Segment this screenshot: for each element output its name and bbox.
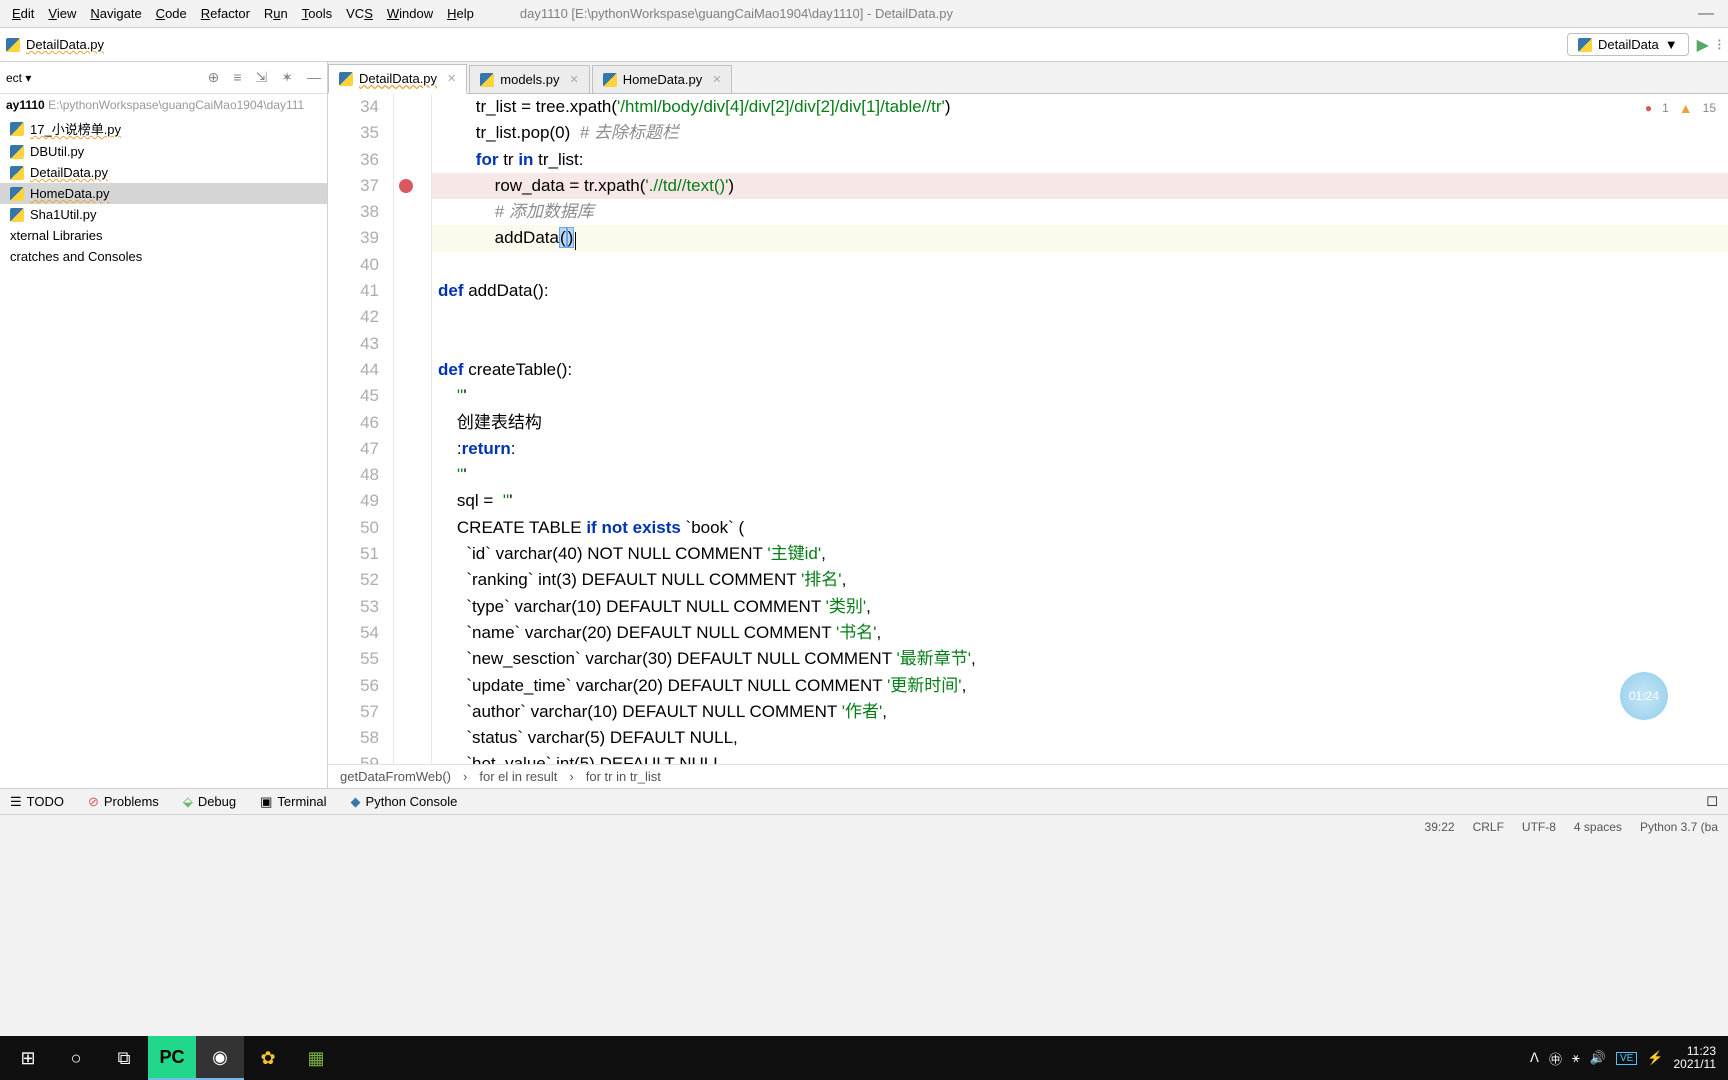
- debug-tool[interactable]: ⬙Debug: [183, 794, 236, 810]
- tray-chevron-icon[interactable]: ᐱ: [1530, 1050, 1539, 1066]
- more-actions-icon[interactable]: ⁝: [1717, 35, 1722, 55]
- menu-navigate[interactable]: Navigate: [84, 4, 147, 23]
- problems-icon: ⊘: [88, 794, 99, 810]
- interpreter[interactable]: Python 3.7 (ba: [1640, 820, 1718, 834]
- tree-item-scratches[interactable]: cratches and Consoles: [0, 246, 327, 267]
- minimize-icon[interactable]: —: [1698, 5, 1714, 23]
- cursor-position[interactable]: 39:22: [1425, 820, 1455, 834]
- breadcrumb-item[interactable]: for tr in tr_list: [586, 769, 661, 784]
- menu-edit[interactable]: Edit: [6, 4, 40, 23]
- taskbar-clock[interactable]: 11:23 2021/11: [1674, 1045, 1717, 1071]
- chevron-down-icon: ▼: [1665, 37, 1678, 52]
- app-taskbar-icon[interactable]: ✿: [244, 1036, 292, 1080]
- python-file-icon: [10, 208, 24, 222]
- project-root[interactable]: ay1110 E:\pythonWorkspase\guangCaiMao190…: [0, 94, 327, 116]
- menu-vcs[interactable]: VCS: [340, 4, 379, 23]
- project-sidebar: ect ▾ ⊕ ≡ ⇲ ✶ — ay1110 E:\pythonWorkspas…: [0, 62, 328, 788]
- tool-window-bar: ☰TODO ⊘Problems ⬙Debug ▣Terminal ◆Python…: [0, 788, 1728, 814]
- menu-refactor[interactable]: Refactor: [195, 4, 256, 23]
- status-bar: 39:22 CRLF UTF-8 4 spaces Python 3.7 (ba: [0, 814, 1728, 838]
- tab-homedata[interactable]: HomeData.py✕: [592, 65, 733, 93]
- close-icon[interactable]: ✕: [447, 72, 456, 85]
- project-dropdown[interactable]: ect ▾: [6, 71, 208, 85]
- line-separator[interactable]: CRLF: [1473, 820, 1504, 834]
- collapse-icon[interactable]: ⇲: [256, 69, 268, 86]
- chrome-taskbar-icon[interactable]: ◉: [196, 1036, 244, 1080]
- run-config-selector[interactable]: DetailData ▼: [1567, 33, 1689, 56]
- bug-icon: ⬙: [183, 794, 193, 810]
- title-bar: Edit View Navigate Code Refactor Run Too…: [0, 0, 1728, 28]
- battery-icon[interactable]: ⚡: [1647, 1050, 1663, 1066]
- menu-tools[interactable]: Tools: [296, 4, 338, 23]
- breadcrumb-item[interactable]: getDataFromWeb(): [340, 769, 451, 784]
- python-file-icon: [1578, 38, 1592, 52]
- locate-icon[interactable]: ⊕: [208, 69, 220, 86]
- python-file-icon: [6, 38, 20, 52]
- close-icon[interactable]: ✕: [712, 73, 721, 86]
- start-button[interactable]: ⊞: [4, 1036, 52, 1080]
- breakpoint-column[interactable]: [394, 94, 418, 764]
- python-file-icon: [10, 145, 24, 159]
- menu-view[interactable]: View: [42, 4, 82, 23]
- python-file-icon: [10, 122, 24, 136]
- terminal-icon: ▣: [260, 794, 272, 810]
- volume-icon[interactable]: 🔊: [1590, 1050, 1606, 1066]
- run-config-label: DetailData: [1598, 37, 1659, 52]
- problems-tool[interactable]: ⊘Problems: [88, 794, 159, 810]
- python-icon: ◆: [351, 794, 361, 810]
- indent-setting[interactable]: 4 spaces: [1574, 820, 1622, 834]
- tree-item[interactable]: DetailData.py: [0, 162, 327, 183]
- run-button-icon[interactable]: ▶: [1697, 35, 1709, 55]
- python-file-icon: [10, 187, 24, 201]
- hide-icon[interactable]: —: [307, 69, 321, 86]
- tree-item-external-libs[interactable]: xternal Libraries: [0, 225, 327, 246]
- network-icon[interactable]: ⚹: [1572, 1050, 1580, 1066]
- menu-run[interactable]: Run: [258, 4, 294, 23]
- windows-taskbar: ⊞ ○ ⧉ PC ◉ ✿ ▦ ᐱ ㊥ ⚹ 🔊 VE ⚡ 11:23 2021/1…: [0, 1036, 1728, 1080]
- python-file-icon: [10, 166, 24, 180]
- file-encoding[interactable]: UTF-8: [1522, 820, 1556, 834]
- tree-item[interactable]: DBUtil.py: [0, 141, 327, 162]
- app-taskbar-icon[interactable]: ▦: [292, 1036, 340, 1080]
- python-file-icon: [339, 72, 353, 86]
- tree-item[interactable]: HomeData.py: [0, 183, 327, 204]
- breadcrumbs[interactable]: getDataFromWeb()› for el in result› for …: [328, 764, 1728, 788]
- tab-models[interactable]: models.py✕: [469, 65, 589, 93]
- editor-area: DetailData.py✕ models.py✕ HomeData.py✕ ●…: [328, 62, 1728, 788]
- menu-help[interactable]: Help: [441, 4, 480, 23]
- menu-window[interactable]: Window: [381, 4, 439, 23]
- settings-icon[interactable]: ✶: [281, 69, 293, 86]
- python-console-tool[interactable]: ◆Python Console: [351, 794, 458, 810]
- python-file-icon: [603, 73, 617, 87]
- code-editor[interactable]: ●1 ▲15 343536373839404142434445464748495…: [328, 94, 1728, 764]
- tab-detaildata[interactable]: DetailData.py✕: [328, 64, 467, 94]
- terminal-tool[interactable]: ▣Terminal: [260, 794, 326, 810]
- tree-item[interactable]: 17_小说榜单.py: [0, 116, 327, 141]
- breadcrumb-item[interactable]: for el in result: [479, 769, 557, 784]
- expand-icon[interactable]: ≡: [233, 69, 241, 86]
- menu-bar: Edit View Navigate Code Refactor Run Too…: [6, 4, 480, 23]
- menu-code[interactable]: Code: [150, 4, 193, 23]
- close-icon[interactable]: ✕: [570, 73, 579, 86]
- fold-column[interactable]: [418, 94, 432, 764]
- cortana-icon[interactable]: ○: [52, 1036, 100, 1080]
- tree-item[interactable]: Sha1Util.py: [0, 204, 327, 225]
- app-tray-icon[interactable]: VE: [1616, 1052, 1637, 1065]
- nav-bar: DetailData.py DetailData ▼ ▶ ⁝: [0, 28, 1728, 62]
- event-log-icon[interactable]: ☐: [1706, 794, 1718, 810]
- system-tray[interactable]: ᐱ ㊥ ⚹ 🔊 VE ⚡ 11:23 2021/11: [1530, 1045, 1724, 1071]
- python-file-icon: [480, 73, 494, 87]
- code-lines[interactable]: tr_list = tree.xpath('/html/body/div[4]/…: [432, 94, 1728, 764]
- nav-file-name: DetailData.py: [26, 37, 104, 52]
- todo-icon: ☰: [10, 794, 22, 810]
- pycharm-taskbar-icon[interactable]: PC: [148, 1036, 196, 1080]
- line-gutter[interactable]: 3435363738394041424344454647484950515253…: [328, 94, 394, 764]
- editor-tabs: DetailData.py✕ models.py✕ HomeData.py✕: [328, 62, 1728, 94]
- window-title: day1110 [E:\pythonWorkspase\guangCaiMao1…: [520, 6, 953, 21]
- timestamp-overlay: 01:24: [1620, 672, 1668, 720]
- task-view-icon[interactable]: ⧉: [100, 1036, 148, 1080]
- ime-icon[interactable]: ㊥: [1549, 1049, 1562, 1068]
- todo-tool[interactable]: ☰TODO: [10, 794, 64, 810]
